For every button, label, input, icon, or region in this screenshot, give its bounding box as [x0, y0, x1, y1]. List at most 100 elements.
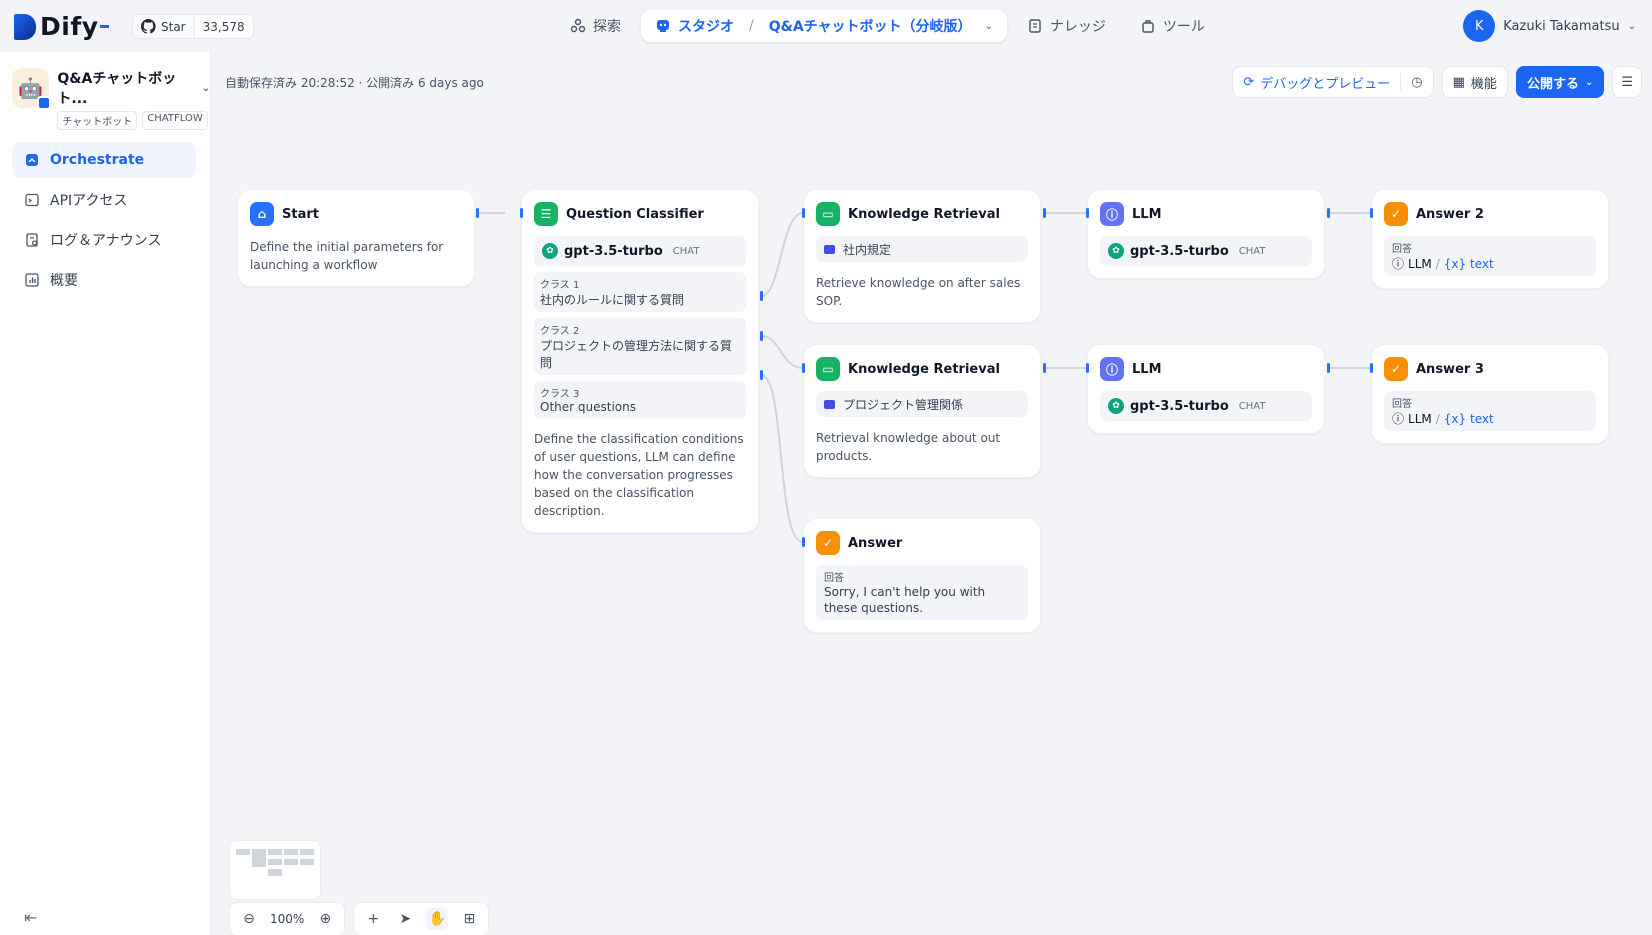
- node-llm-2[interactable]: ⓘ LLM ✿ gpt-3.5-turbo CHAT: [1087, 344, 1325, 434]
- minimap-node: [300, 849, 314, 855]
- answer-variable: ⓘ LLM / {x} text: [1392, 410, 1588, 427]
- knowledge-base-name: プロジェクト管理関係: [843, 397, 964, 412]
- llm-icon: ⓘ: [1100, 202, 1124, 226]
- node-title: Knowledge Retrieval: [848, 361, 1000, 377]
- zoom-in-icon[interactable]: ⊕: [314, 908, 336, 930]
- nav-tools[interactable]: ツール: [1126, 10, 1219, 42]
- top-navigation: Dify Star 33,578 探索 スタジオ / Q&Aチャットボット（分岐…: [0, 0, 1652, 52]
- organize-icon[interactable]: ⊞: [458, 908, 480, 930]
- edge-class2-kr2: [760, 335, 804, 369]
- node-handle[interactable]: [1370, 208, 1373, 218]
- node-handle[interactable]: [1327, 208, 1330, 218]
- node-handle[interactable]: [802, 537, 805, 547]
- node-answer-3[interactable]: ✓ Answer 3 回答 ⓘ LLM / {x} text: [1371, 344, 1609, 444]
- answer-label: 回答: [824, 573, 844, 584]
- nav-app-breadcrumb[interactable]: Q&Aチャットボット（分岐版）: [769, 16, 972, 36]
- checklist-button[interactable]: ☰: [1612, 66, 1642, 98]
- debug-preview-button[interactable]: ⟳ デバッグとプレビュー ◷: [1232, 66, 1434, 98]
- node-handle[interactable]: [802, 208, 805, 218]
- node-title: LLM: [1132, 361, 1162, 377]
- node-handle[interactable]: [1370, 363, 1373, 373]
- sidebar-item-orchestrate[interactable]: Orchestrate: [12, 142, 196, 178]
- model-selector: ✿ gpt-3.5-turbo CHAT: [1100, 391, 1312, 421]
- model-mode-tag: CHAT: [1238, 400, 1266, 412]
- save-status: 自動保存済み 20:28:52 · 公開済み 6 days ago: [225, 76, 484, 90]
- node-answer-2[interactable]: ✓ Answer 2 回答 ⓘ LLM / {x} text: [1371, 189, 1609, 289]
- sidebar-item-overview[interactable]: 概要: [12, 262, 196, 298]
- node-answer[interactable]: ✓ Answer 回答 Sorry, I can't help you with t…: [803, 518, 1041, 633]
- hand-icon[interactable]: ✋: [426, 908, 449, 930]
- history-icon[interactable]: ◷: [1411, 75, 1422, 90]
- nav-explore-label: 探索: [593, 19, 621, 35]
- app-type-tag: CHATFLOW: [142, 111, 208, 130]
- node-question-classifier[interactable]: ☰ Question Classifier ✿ gpt-3.5-turbo CHAT …: [521, 189, 759, 533]
- node-handle[interactable]: [1043, 363, 1046, 373]
- node-handle[interactable]: [1043, 208, 1046, 218]
- zoom-controls: ⊖ 100% ⊕: [229, 902, 346, 935]
- node-handle[interactable]: [1086, 208, 1089, 218]
- divider: [1400, 73, 1402, 91]
- folder-icon: [824, 244, 835, 254]
- node-title: Answer 2: [1416, 206, 1484, 222]
- app-type-badge: [37, 96, 52, 110]
- minimap[interactable]: [229, 840, 321, 900]
- answer-text: Sorry, I can't help you with these quest…: [824, 585, 986, 615]
- node-knowledge-retrieval-1[interactable]: ▭ Knowledge Retrieval 社内規定 Retrieve knowl…: [803, 189, 1041, 323]
- chevron-down-icon: ⌄: [1627, 20, 1636, 32]
- edge-class1-kr1: [760, 212, 804, 297]
- model-name: gpt-3.5-turbo: [1130, 398, 1229, 414]
- canvas-tools: + ➤ ✋ ⊞: [353, 902, 490, 935]
- sidebar-item-api-access[interactable]: APIアクセス: [12, 182, 196, 218]
- answer-icon: ✓: [1384, 202, 1408, 226]
- node-handle[interactable]: [1327, 363, 1330, 373]
- folder-icon: [824, 399, 835, 409]
- node-start[interactable]: ⌂ Start Define the initial parameters for…: [237, 189, 475, 287]
- robot-icon: 🤖: [12, 68, 52, 110]
- github-star-widget[interactable]: Star 33,578: [132, 14, 254, 39]
- dify-logo[interactable]: Dify: [14, 12, 109, 41]
- home-icon: ⌂: [250, 202, 274, 226]
- publish-button[interactable]: 公開する ⌄: [1515, 66, 1605, 98]
- node-handle[interactable]: [520, 208, 523, 218]
- chevron-down-icon[interactable]: ⌄: [985, 21, 993, 32]
- node-llm-1[interactable]: ⓘ LLM ✿ gpt-3.5-turbo CHAT: [1087, 189, 1325, 279]
- pointer-icon[interactable]: ➤: [394, 908, 416, 930]
- node-handle[interactable]: [760, 370, 763, 380]
- add-node-icon[interactable]: +: [362, 908, 384, 930]
- user-menu[interactable]: K Kazuki Takamatsu ⌄: [1463, 10, 1636, 42]
- model-name: gpt-3.5-turbo: [564, 243, 663, 259]
- minimap-node: [252, 849, 266, 867]
- class-text: Other questions: [540, 400, 636, 414]
- nav-studio[interactable]: スタジオ / Q&Aチャットボット（分岐版） ⌄: [641, 10, 1007, 42]
- node-handle[interactable]: [802, 363, 805, 373]
- nav-explore[interactable]: 探索: [556, 10, 635, 42]
- main-nav: 探索 スタジオ / Q&Aチャットボット（分岐版） ⌄ ナレッジ ツール: [556, 10, 1219, 42]
- answer-variable: ⓘ LLM / {x} text: [1392, 255, 1588, 272]
- workflow-canvas[interactable]: 自動保存済み 20:28:52 · 公開済み 6 days ago ⟳ デバッグ…: [211, 52, 1652, 935]
- node-knowledge-retrieval-2[interactable]: ▭ Knowledge Retrieval プロジェクト管理関係 Retrieva…: [803, 344, 1041, 478]
- node-handle[interactable]: [476, 208, 479, 218]
- collapse-sidebar-icon[interactable]: ⇤: [24, 908, 37, 927]
- node-description: Retrieval knowledge about out products.: [816, 431, 1001, 463]
- app-name[interactable]: Q&Aチャットボット... ⌄: [57, 68, 210, 108]
- class-label: クラス 2: [540, 326, 580, 337]
- nav-knowledge[interactable]: ナレッジ: [1013, 10, 1120, 42]
- github-star-button[interactable]: Star: [133, 15, 195, 38]
- zoom-level[interactable]: 100%: [270, 912, 304, 926]
- node-handle[interactable]: [760, 331, 763, 341]
- knowledge-base-item: 社内規定: [816, 236, 1028, 262]
- nav-studio-label: スタジオ: [678, 19, 734, 35]
- features-button[interactable]: ▦ 機能: [1441, 66, 1508, 98]
- log-icon: [26, 233, 38, 247]
- slash: /: [1435, 411, 1440, 426]
- node-handle[interactable]: [1086, 363, 1089, 373]
- answer-label: 回答: [1392, 399, 1412, 410]
- studio-icon: [657, 20, 669, 32]
- class-label: クラス 1: [540, 280, 580, 291]
- variable-source: LLM: [1408, 411, 1432, 426]
- user-name: Kazuki Takamatsu: [1503, 18, 1620, 34]
- zoom-out-icon[interactable]: ⊖: [238, 908, 260, 930]
- sidebar-item-logs[interactable]: ログ＆アナウンス: [12, 222, 196, 258]
- app-header[interactable]: 🤖 Q&Aチャットボット... ⌄ チャットボット CHATFLOW: [12, 68, 210, 130]
- node-handle[interactable]: [760, 291, 763, 301]
